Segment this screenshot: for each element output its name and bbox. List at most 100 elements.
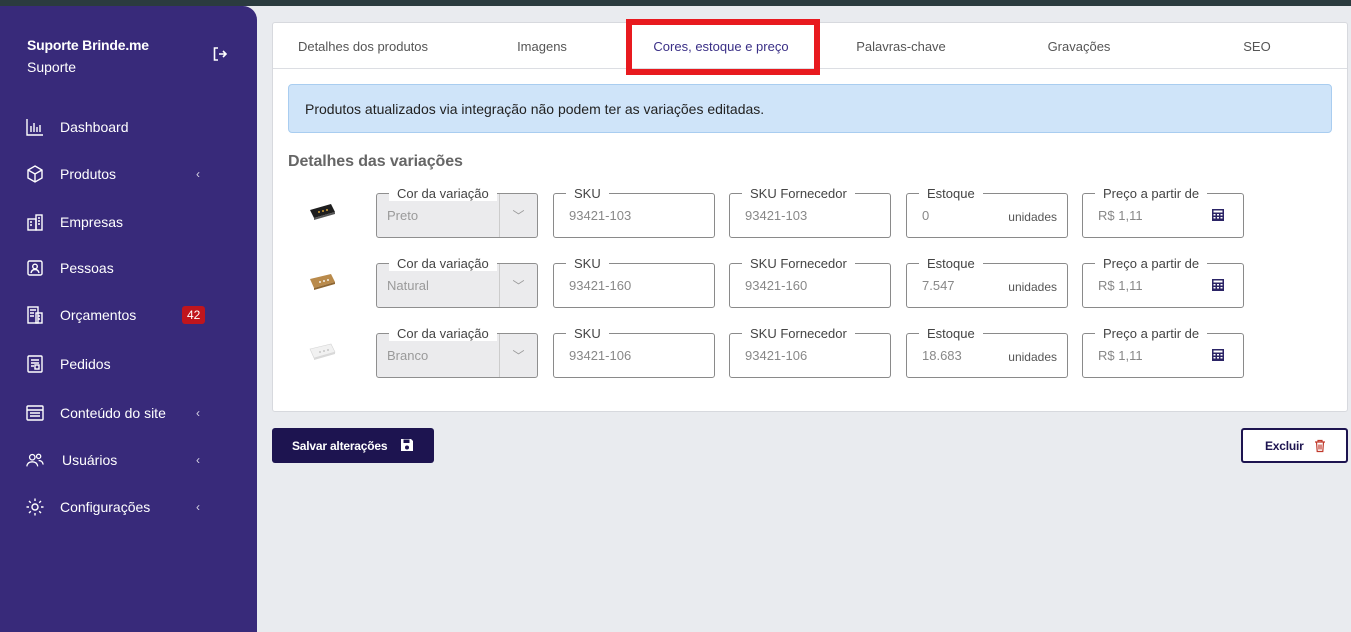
alert-text: Produtos atualizados via integração não … — [305, 100, 765, 117]
sku-supplier-value: 93421-103 — [745, 208, 808, 223]
stock-value: 7.547 — [922, 278, 955, 293]
sku-field[interactable]: SKU 93421-160 — [553, 256, 715, 308]
sidebar-item-configuracoes[interactable]: Configurações ‹ — [0, 491, 257, 523]
chevron-down-icon: ﹀ — [499, 194, 537, 237]
field-label: Cor da variação — [389, 326, 497, 341]
sidebar-item-label: Pessoas — [60, 260, 114, 276]
chevron-left-icon: ‹ — [196, 453, 200, 467]
save-button-label: Salvar alterações — [292, 438, 388, 453]
sidebar-item-dashboard[interactable]: Dashboard — [0, 111, 257, 143]
sku-value: 93421-106 — [569, 348, 632, 363]
field-label: SKU Fornecedor — [742, 186, 855, 201]
users-icon — [25, 450, 45, 470]
sidebar-item-label: Configurações — [60, 499, 151, 515]
sidebar-item-label: Dashboard — [60, 119, 129, 135]
sidebar-item-label: Usuários — [62, 452, 118, 468]
calculator-icon[interactable] — [1211, 208, 1225, 222]
sku-supplier-field[interactable]: SKU Fornecedor 93421-106 — [729, 326, 891, 378]
field-label: SKU — [566, 326, 609, 341]
save-button[interactable]: Salvar alterações — [272, 428, 434, 463]
delete-button[interactable]: Excluir — [1241, 428, 1348, 463]
field-label: SKU — [566, 186, 609, 201]
field-label: Preço a partir de — [1095, 186, 1208, 201]
field-label: Cor da variação — [389, 186, 497, 201]
floppy-disk-icon — [401, 439, 413, 451]
tab-palavras-chave[interactable]: Palavras-chave — [811, 23, 991, 69]
chart-icon — [25, 117, 45, 137]
variation-row: Cor da variação Natural ﹀ SKU 93421-160 … — [273, 256, 1273, 309]
sku-value: 93421-103 — [569, 208, 632, 223]
field-label: Cor da variação — [389, 256, 497, 271]
tab-gravacoes[interactable]: Gravações — [991, 23, 1167, 69]
calculator-icon[interactable] — [1211, 278, 1225, 292]
price-field[interactable]: Preço a partir de R$ 1,11 — [1082, 256, 1244, 308]
calculator-icon[interactable] — [1211, 348, 1225, 362]
chevron-left-icon: ‹ — [196, 500, 200, 514]
sidebar-item-pessoas[interactable]: Pessoas — [0, 252, 257, 284]
unit-label: unidades — [1008, 210, 1057, 224]
product-thumbnail — [309, 343, 336, 360]
price-field[interactable]: Preço a partir de R$ 1,11 — [1082, 326, 1244, 378]
product-thumbnail — [310, 274, 335, 290]
gear-icon — [25, 497, 45, 517]
building-icon — [25, 212, 45, 232]
document-icon — [25, 354, 45, 374]
sku-supplier-value: 93421-106 — [745, 348, 808, 363]
layout-icon — [25, 403, 45, 423]
sidebar-item-empresas[interactable]: Empresas — [0, 206, 257, 238]
chevron-down-icon: ﹀ — [499, 264, 537, 307]
sidebar-item-pedidos[interactable]: Pedidos — [0, 348, 257, 380]
sidebar: Suporte Brinde.me Suporte Dashboard Prod… — [0, 6, 257, 632]
sidebar-item-label: Orçamentos — [60, 307, 137, 323]
tab-bar: Detalhes dos produtos Imagens Cores, est… — [273, 23, 1347, 69]
count-badge: 42 — [182, 306, 206, 324]
chevron-left-icon: ‹ — [196, 167, 200, 181]
color-select[interactable]: Cor da variação Natural ﹀ — [376, 256, 538, 308]
stock-field[interactable]: Estoque 7.547 unidades — [906, 256, 1068, 308]
section-title: Detalhes das variações — [288, 153, 463, 170]
sidebar-item-produtos[interactable]: Produtos ‹ — [0, 158, 257, 190]
price-value: R$ 1,11 — [1098, 348, 1143, 363]
price-field[interactable]: Preço a partir de R$ 1,11 — [1082, 186, 1244, 238]
sidebar-item-label: Empresas — [60, 214, 124, 230]
product-editor-card: Detalhes dos produtos Imagens Cores, est… — [272, 22, 1348, 412]
calculator-doc-icon — [25, 305, 45, 325]
field-label: SKU — [566, 256, 609, 271]
sku-field[interactable]: SKU 93421-106 — [553, 326, 715, 378]
tab-cores-estoque-preco[interactable]: Cores, estoque e preço — [631, 23, 811, 69]
field-label: SKU Fornecedor — [742, 256, 855, 271]
sku-supplier-field[interactable]: SKU Fornecedor 93421-103 — [729, 186, 891, 238]
unit-label: unidades — [1008, 280, 1057, 294]
sku-field[interactable]: SKU 93421-103 — [553, 186, 715, 238]
sku-value: 93421-160 — [569, 278, 632, 293]
stock-value: 18.683 — [922, 348, 962, 363]
sidebar-item-conteudo[interactable]: Conteúdo do site ‹ — [0, 397, 257, 429]
price-value: R$ 1,11 — [1098, 278, 1143, 293]
color-value: Natural — [387, 278, 429, 293]
stock-field[interactable]: Estoque 0 unidades — [906, 186, 1068, 238]
sidebar-item-label: Conteúdo do site — [60, 405, 166, 421]
stock-field[interactable]: Estoque 18.683 unidades — [906, 326, 1068, 378]
tab-imagens[interactable]: Imagens — [453, 23, 631, 69]
color-select[interactable]: Cor da variação Preto ﹀ — [376, 186, 538, 238]
info-alert: Produtos atualizados via integração não … — [288, 84, 1332, 133]
logout-icon[interactable] — [212, 46, 228, 62]
sidebar-item-label: Produtos — [60, 166, 117, 182]
tab-seo[interactable]: SEO — [1167, 23, 1347, 69]
variation-row: Cor da variação Branco ﹀ SKU 93421-106 S… — [273, 326, 1273, 379]
field-label: SKU Fornecedor — [742, 326, 855, 341]
color-value: Preto — [387, 208, 419, 223]
sidebar-item-usuarios[interactable]: Usuários ‹ — [0, 444, 257, 476]
tab-detalhes[interactable]: Detalhes dos produtos — [273, 23, 453, 69]
chevron-down-icon: ﹀ — [499, 334, 537, 377]
unit-label: unidades — [1008, 350, 1057, 364]
variation-row: Cor da variação Preto ﹀ SKU 93421-103 SK… — [273, 186, 1273, 239]
chevron-left-icon: ‹ — [196, 406, 200, 420]
sidebar-item-orcamentos[interactable]: Orçamentos 42 — [0, 299, 257, 331]
field-label: Preço a partir de — [1095, 256, 1208, 271]
trash-icon — [1315, 439, 1325, 453]
sku-supplier-field[interactable]: SKU Fornecedor 93421-160 — [729, 256, 891, 308]
color-select[interactable]: Cor da variação Branco ﹀ — [376, 326, 538, 378]
user-role: Suporte — [27, 59, 77, 75]
price-value: R$ 1,11 — [1098, 208, 1143, 223]
